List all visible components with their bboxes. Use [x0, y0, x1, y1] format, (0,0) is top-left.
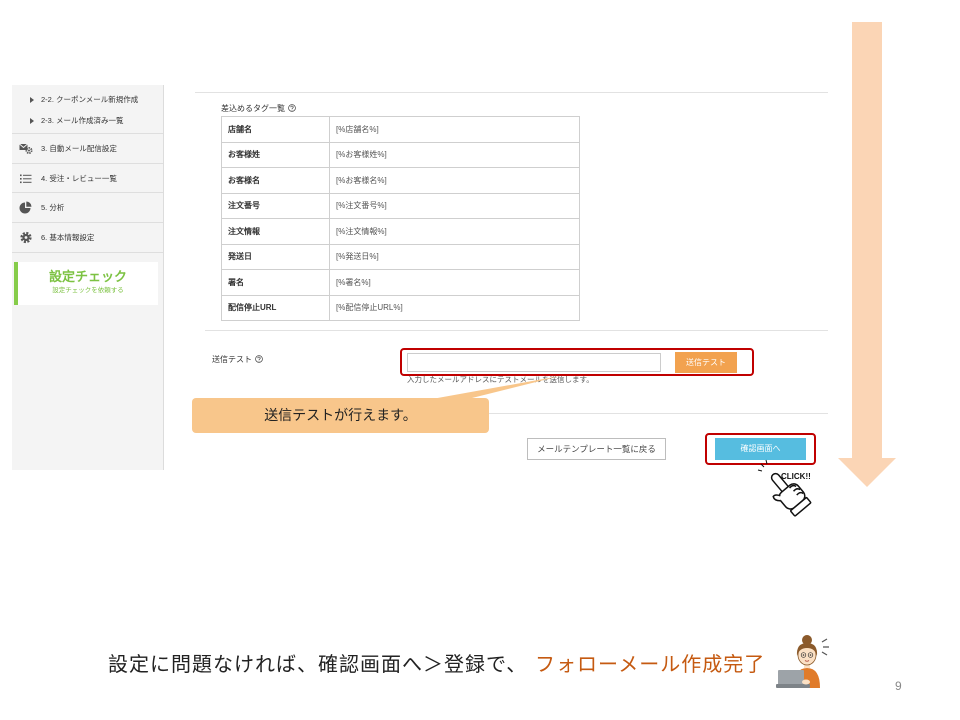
caret-right-icon — [30, 97, 34, 103]
sidebar-item-label: 6. 基本情報設定 — [41, 233, 95, 242]
gear-icon — [20, 231, 32, 244]
tag-code-cell: [%配信停止URL%] — [329, 294, 580, 321]
tag-row: 店舗名 [%店舗名%] — [221, 116, 580, 143]
section-divider — [195, 92, 828, 93]
tag-table: 店舗名 [%店舗名%] お客様姓 [%お客様姓%] お客様名 [%お客様名%] 注文番… — [221, 116, 580, 321]
back-to-template-list-button[interactable]: メールテンプレート一覧に戻る — [527, 438, 666, 460]
sidebar-item-label: 5. 分析 — [41, 203, 65, 212]
caption-text: 設定に問題なければ、確認画面へ＞登録で、 — [108, 654, 528, 676]
tag-name-cell: お客様名 — [221, 167, 330, 194]
sidebar-item-label: 3. 自動メール配信設定 — [41, 144, 117, 153]
pie-chart-icon — [19, 201, 32, 214]
tag-code-cell: [%店舗名%] — [329, 116, 580, 143]
tag-name-cell: 注文番号 — [221, 192, 330, 219]
sidebar-item-auto-mail[interactable]: 3. 自動メール配信設定 — [12, 133, 163, 163]
slide: 2-2. クーポンメール新規作成 2-3. メール作成済み一覧 3. 自動メール… — [0, 0, 960, 720]
tag-name-cell: 署名 — [221, 269, 330, 296]
pointing-hand-icon: CLICK!! — [757, 459, 812, 517]
auto-mail-settings-icon — [19, 143, 33, 154]
tag-list-heading-text: 差込めるタグ一覧 — [221, 104, 285, 113]
settings-check-subtitle: 設定チェックを依頼する — [52, 287, 124, 294]
caret-right-icon — [30, 118, 34, 124]
sidebar-item-orders-reviews[interactable]: 4. 受注・レビュー一覧 — [12, 163, 163, 193]
settings-check-button[interactable]: 設定チェック 設定チェックを依頼する — [14, 262, 158, 305]
sidebar-item-basic-settings[interactable]: 6. 基本情報設定 — [12, 222, 163, 252]
woman-at-laptop-illustration — [776, 635, 829, 688]
help-icon[interactable] — [255, 355, 263, 363]
tag-name-cell: 発送日 — [221, 243, 330, 270]
tag-code-cell: [%お客様姓%] — [329, 141, 580, 168]
sidebar-divider — [12, 252, 163, 253]
tag-row: お客様名 [%お客様名%] — [221, 167, 580, 194]
send-test-label: 送信テスト — [212, 355, 263, 365]
sidebar-item-label: 4. 受注・レビュー一覧 — [41, 174, 117, 183]
sidebar: 2-2. クーポンメール新規作成 2-3. メール作成済み一覧 3. 自動メール… — [12, 85, 164, 470]
scroll-down-arrow — [838, 22, 896, 487]
sidebar-item-analytics[interactable]: 5. 分析 — [12, 192, 163, 222]
send-test-callout: 送信テストが行えます。 — [192, 398, 489, 433]
page-number: 9 — [895, 679, 902, 693]
send-test-label-text: 送信テスト — [212, 355, 252, 364]
click-label: CLICK!! — [781, 472, 811, 481]
send-test-highlight-frame — [400, 348, 754, 376]
tag-row: お客様姓 [%お客様姓%] — [221, 141, 580, 168]
caption-highlight: フォローメール作成完了 — [535, 654, 766, 676]
list-icon — [20, 174, 32, 184]
tag-name-cell: 店舗名 — [221, 116, 330, 143]
tag-code-cell: [%注文情報%] — [329, 218, 580, 245]
tag-code-cell: [%発送日%] — [329, 243, 580, 270]
tag-row: 注文情報 [%注文情報%] — [221, 218, 580, 245]
tag-name-cell: お客様姓 — [221, 141, 330, 168]
help-icon[interactable] — [288, 104, 296, 112]
tag-row: 署名 [%署名%] — [221, 269, 580, 296]
tag-name-cell: 配信停止URL — [221, 294, 330, 321]
tag-code-cell: [%お客様名%] — [329, 167, 580, 194]
sidebar-subitem-coupon-new[interactable]: 2-2. クーポンメール新規作成 — [12, 93, 163, 107]
tag-list-heading: 差込めるタグ一覧 — [221, 104, 296, 114]
sidebar-subitem-mail-list[interactable]: 2-3. メール作成済み一覧 — [12, 114, 163, 128]
section-divider — [205, 330, 828, 331]
tag-row: 注文番号 [%注文番号%] — [221, 192, 580, 219]
tag-name-cell: 注文情報 — [221, 218, 330, 245]
sidebar-subitem-label: 2-3. メール作成済み一覧 — [41, 116, 124, 125]
tag-row: 発送日 [%発送日%] — [221, 243, 580, 270]
tag-code-cell: [%注文番号%] — [329, 192, 580, 219]
callout-text: 送信テストが行えます。 — [264, 407, 417, 423]
settings-check-title: 設定チェック — [48, 269, 127, 284]
tag-code-cell: [%署名%] — [329, 269, 580, 296]
send-test-helper-text: 入力したメールアドレスにテストメールを送信します。 — [407, 375, 594, 384]
tag-row: 配信停止URL [%配信停止URL%] — [221, 294, 580, 321]
sidebar-subitem-label: 2-2. クーポンメール新規作成 — [41, 95, 139, 104]
